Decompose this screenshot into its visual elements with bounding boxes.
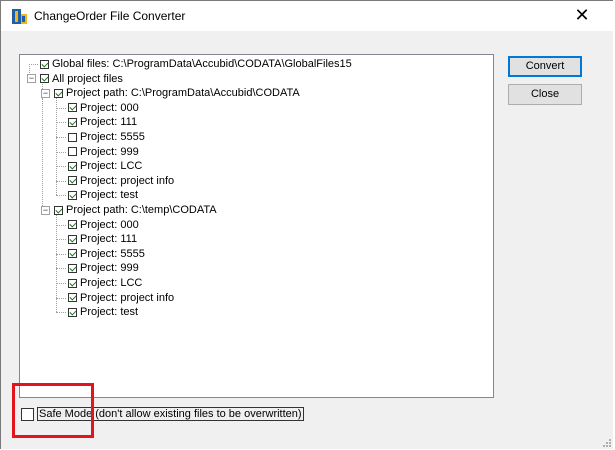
window-title: ChangeOrder File Converter: [34, 9, 186, 23]
collapse-icon[interactable]: −: [27, 74, 36, 84]
tree-item-project[interactable]: Project: 111: [68, 115, 137, 129]
converter-window: ChangeOrder File Converter ✕ Global file…: [0, 0, 613, 449]
tree-item-project-path[interactable]: Project path: C:\ProgramData\Accubid\COD…: [54, 86, 300, 100]
tree-item-project[interactable]: Project: LCC: [68, 276, 142, 290]
tree-connector: [56, 297, 66, 299]
checked-checkbox[interactable]: [40, 59, 49, 69]
tree-item-project[interactable]: Project: LCC: [68, 159, 142, 173]
tree-connector: [56, 283, 66, 284]
checked-checkbox[interactable]: [54, 88, 63, 98]
tree-item-label[interactable]: Project: project info: [80, 292, 174, 304]
tree-item-label[interactable]: Project: 5555: [80, 248, 145, 260]
tree-connector: [56, 253, 66, 255]
tree-item-label[interactable]: Project: 999: [80, 262, 139, 274]
tree-item-project[interactable]: Project: 000: [68, 101, 139, 115]
checked-checkbox[interactable]: [68, 249, 77, 259]
tree-item-label[interactable]: Project: 000: [80, 102, 139, 114]
file-tree[interactable]: Global files: C:\ProgramData\Accubid\COD…: [19, 54, 494, 398]
tree-connector: [56, 239, 66, 241]
tree-connector: [56, 268, 66, 270]
tree-item-label[interactable]: Project path: C:\ProgramData\Accubid\COD…: [66, 87, 300, 99]
tree-connector: [42, 83, 43, 90]
safe-mode-checkbox[interactable]: [21, 407, 34, 421]
tree-connector: [29, 64, 30, 75]
checked-checkbox[interactable]: [68, 278, 77, 288]
tree-item-all-project-files[interactable]: All project files: [40, 72, 123, 86]
convert-button[interactable]: Convert: [508, 56, 582, 77]
checked-checkbox[interactable]: [68, 234, 77, 244]
safe-mode-option[interactable]: Safe Mode (don't allow existing files to…: [21, 407, 304, 421]
close-button[interactable]: Close: [508, 84, 582, 105]
tree-item-project[interactable]: Project: project info: [68, 291, 174, 305]
tree-item-project[interactable]: Project: 999: [68, 261, 139, 275]
tree-connector: [56, 122, 66, 124]
tree-connector: [56, 195, 66, 197]
tree-connector: [56, 180, 66, 182]
tree-item-project[interactable]: Project: 5555: [68, 247, 145, 261]
checked-checkbox[interactable]: [68, 293, 77, 303]
checked-checkbox[interactable]: [40, 74, 49, 84]
tree-item-project-path[interactable]: Project path: C:\temp\CODATA: [54, 203, 217, 217]
checked-checkbox[interactable]: [68, 103, 77, 113]
tree-item-project[interactable]: Project: 999: [68, 145, 139, 159]
unchecked-checkbox[interactable]: [68, 147, 77, 157]
checked-checkbox[interactable]: [68, 117, 77, 127]
tree-connector: [56, 166, 66, 168]
tree-connector: [56, 215, 57, 313]
tree-connector: [56, 151, 66, 153]
checked-checkbox[interactable]: [68, 263, 77, 273]
tree-item-label[interactable]: Project: 5555: [80, 131, 145, 143]
tree-item-label[interactable]: Project: test: [80, 189, 138, 201]
tree-item-label[interactable]: Project: project info: [80, 175, 174, 187]
tree-item-project[interactable]: Project: 000: [68, 218, 139, 232]
tree-item-label[interactable]: Project: LCC: [80, 160, 142, 172]
tree-connector: [42, 98, 43, 206]
tree-item-label[interactable]: Project: 111: [80, 116, 137, 128]
tree-item-label[interactable]: Project: 999: [80, 146, 139, 158]
tree-connector: [56, 98, 57, 196]
tree-item-project[interactable]: Project: 5555: [68, 130, 145, 144]
unchecked-checkbox[interactable]: [68, 132, 77, 142]
checked-checkbox[interactable]: [68, 161, 77, 171]
tree-connector: [56, 312, 66, 314]
tree-item-label[interactable]: Project: LCC: [80, 277, 142, 289]
tree-connector: [56, 107, 66, 109]
checked-checkbox[interactable]: [68, 307, 77, 317]
tree-item-label[interactable]: All project files: [52, 73, 123, 85]
title-bar: ChangeOrder File Converter ✕: [1, 1, 613, 31]
tree-item-project[interactable]: Project: test: [68, 188, 138, 202]
checked-checkbox[interactable]: [68, 220, 77, 230]
checked-checkbox[interactable]: [68, 190, 77, 200]
collapse-icon[interactable]: −: [41, 88, 50, 98]
tree-connector: [56, 224, 66, 226]
tree-item-global-files[interactable]: Global files: C:\ProgramData\Accubid\COD…: [40, 57, 352, 71]
tree-item-label[interactable]: Global files: C:\ProgramData\Accubid\COD…: [52, 58, 352, 70]
safe-mode-label[interactable]: Safe Mode (don't allow existing files to…: [37, 407, 304, 421]
collapse-icon[interactable]: −: [41, 205, 50, 215]
tree-item-label[interactable]: Project: test: [80, 306, 138, 318]
tree-item-label[interactable]: Project: 111: [80, 233, 137, 245]
tree-item-project[interactable]: Project: test: [68, 305, 138, 319]
app-icon: [11, 8, 28, 25]
resize-grip-icon[interactable]: [601, 437, 611, 447]
tree-item-project[interactable]: Project: project info: [68, 174, 174, 188]
checked-checkbox[interactable]: [54, 205, 63, 215]
close-window-icon[interactable]: ✕: [573, 6, 591, 24]
tree-connector: [56, 137, 66, 138]
tree-connector: [29, 64, 38, 65]
tree-item-label[interactable]: Project path: C:\temp\CODATA: [66, 204, 217, 216]
tree-item-label[interactable]: Project: 000: [80, 219, 139, 231]
checked-checkbox[interactable]: [68, 176, 77, 186]
tree-item-project[interactable]: Project: 111: [68, 232, 137, 246]
